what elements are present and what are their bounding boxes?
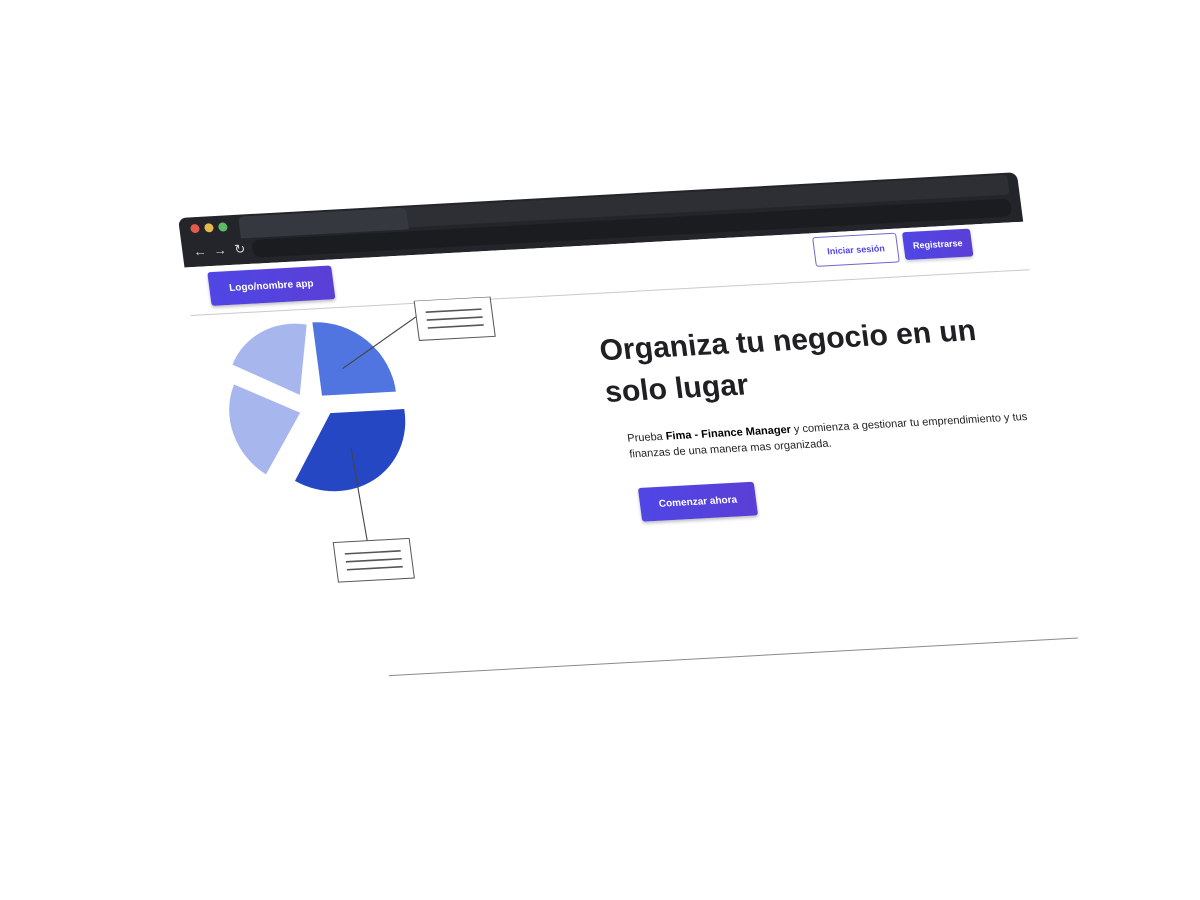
logo-button[interactable]: Logo/nombre app xyxy=(207,265,336,306)
back-arrow-icon[interactable]: ← xyxy=(192,243,207,259)
background: ← → ↻ Logo/nombre app Iniciar sesión Reg… xyxy=(0,0,1200,900)
hero-description: Prueba Fima - Finance Manager y comienza… xyxy=(626,408,1048,462)
pie-slice-mid xyxy=(312,322,396,396)
login-button[interactable]: Iniciar sesión xyxy=(812,232,900,267)
callout-box-top xyxy=(413,296,496,341)
register-button[interactable]: Registrarse xyxy=(901,228,974,261)
pie-slice-light-top xyxy=(232,323,307,395)
hero-title: Organiza tu negocio en un solo lugar xyxy=(597,314,979,409)
landing-page: Logo/nombre app Iniciar sesión Registrar… xyxy=(184,221,1079,692)
window-close-dot-icon xyxy=(189,223,201,234)
description-prefix: Prueba xyxy=(626,430,667,445)
window-minimize-dot-icon xyxy=(203,223,215,233)
get-started-button[interactable]: Comenzar ahora xyxy=(637,481,759,522)
pie-slice-light-left xyxy=(229,384,301,475)
forward-arrow-icon[interactable]: → xyxy=(212,242,227,258)
pie-slice-dark xyxy=(294,409,406,492)
browser-mockup: ← → ↻ Logo/nombre app Iniciar sesión Reg… xyxy=(178,172,1079,692)
callout-box-bottom xyxy=(332,537,415,583)
window-maximize-dot-icon xyxy=(217,222,229,232)
pie-chart xyxy=(229,322,406,492)
pie-chart-illustration xyxy=(229,296,496,583)
footer-divider xyxy=(388,637,1078,677)
reload-icon[interactable]: ↻ xyxy=(233,241,246,256)
